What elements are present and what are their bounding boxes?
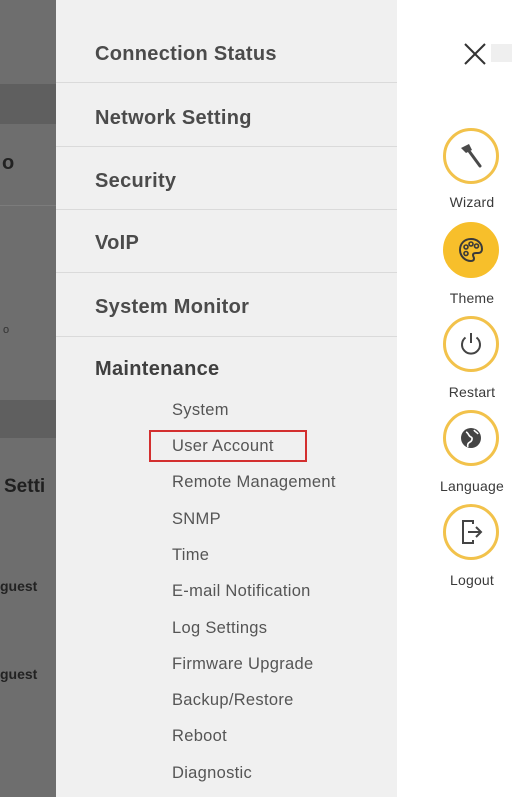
menu-item-maintenance[interactable]: Maintenance [56,338,397,401]
submenu-item-log-settings[interactable]: Log Settings [172,614,267,642]
submenu-item-reboot[interactable]: Reboot [172,722,227,750]
submenu-item-diagnostic[interactable]: Diagnostic [172,759,252,787]
theme-button[interactable] [443,222,499,278]
menu-item-label: VoIP [95,232,140,254]
wizard-label: Wizard [449,194,495,210]
selection-highlight-box [149,430,307,462]
submenu-item-time[interactable]: Time [172,541,209,569]
menu-item-label: Network Setting [95,107,252,129]
globe-icon [461,428,481,448]
navigation-menu: Connection Status Network Setting Securi… [56,0,398,797]
close-icon [464,43,486,65]
menu-divider [56,336,397,337]
menu-item-network-setting[interactable]: Network Setting [56,87,397,150]
submenu-item-email-notification[interactable]: E-mail Notification [172,577,311,605]
submenu-item-system[interactable]: System [172,396,229,424]
background-text-fragment: guest [0,578,38,594]
background-heading-fragment: Setti [4,476,46,497]
menu-item-label: Connection Status [95,43,277,65]
submenu-item-snmp[interactable]: SNMP [172,505,221,533]
menu-divider [56,272,397,273]
menu-divider [56,146,397,147]
palette-icon [458,237,484,263]
header-strip [491,44,512,62]
restart-label: Restart [448,384,496,400]
restart-button[interactable] [443,316,499,372]
menu-item-label: System Monitor [95,296,250,318]
logout-icon [462,520,483,544]
language-label: Language [440,478,504,494]
menu-item-label: Security [95,170,177,192]
menu-item-voip[interactable]: VoIP [56,212,397,275]
quick-action-panel: Wizard Theme Restart Language Logout [397,0,512,797]
close-button[interactable] [457,36,493,72]
menu-divider [56,82,397,83]
menu-item-connection-status[interactable]: Connection Status [56,23,397,86]
submenu-item-backup-restore[interactable]: Backup/Restore [172,686,294,714]
language-button[interactable] [443,410,499,466]
menu-item-system-monitor[interactable]: System Monitor [56,276,397,339]
submenu-item-remote-management[interactable]: Remote Management [172,468,336,496]
power-icon [461,333,481,355]
wizard-button[interactable] [443,128,499,184]
menu-item-label: Maintenance [95,358,220,380]
wand-icon [461,144,482,168]
background-text-fragment: o [3,324,10,336]
menu-item-security[interactable]: Security [56,150,397,213]
logout-button[interactable] [443,504,499,560]
logout-label: Logout [449,572,495,588]
menu-divider [56,209,397,210]
submenu-item-firmware-upgrade[interactable]: Firmware Upgrade [172,650,313,678]
background-page-overlay: o o Setti guest guest [0,0,56,797]
background-text-fragment: o [2,152,15,174]
theme-label: Theme [449,290,495,306]
background-text-fragment: guest [0,666,38,682]
